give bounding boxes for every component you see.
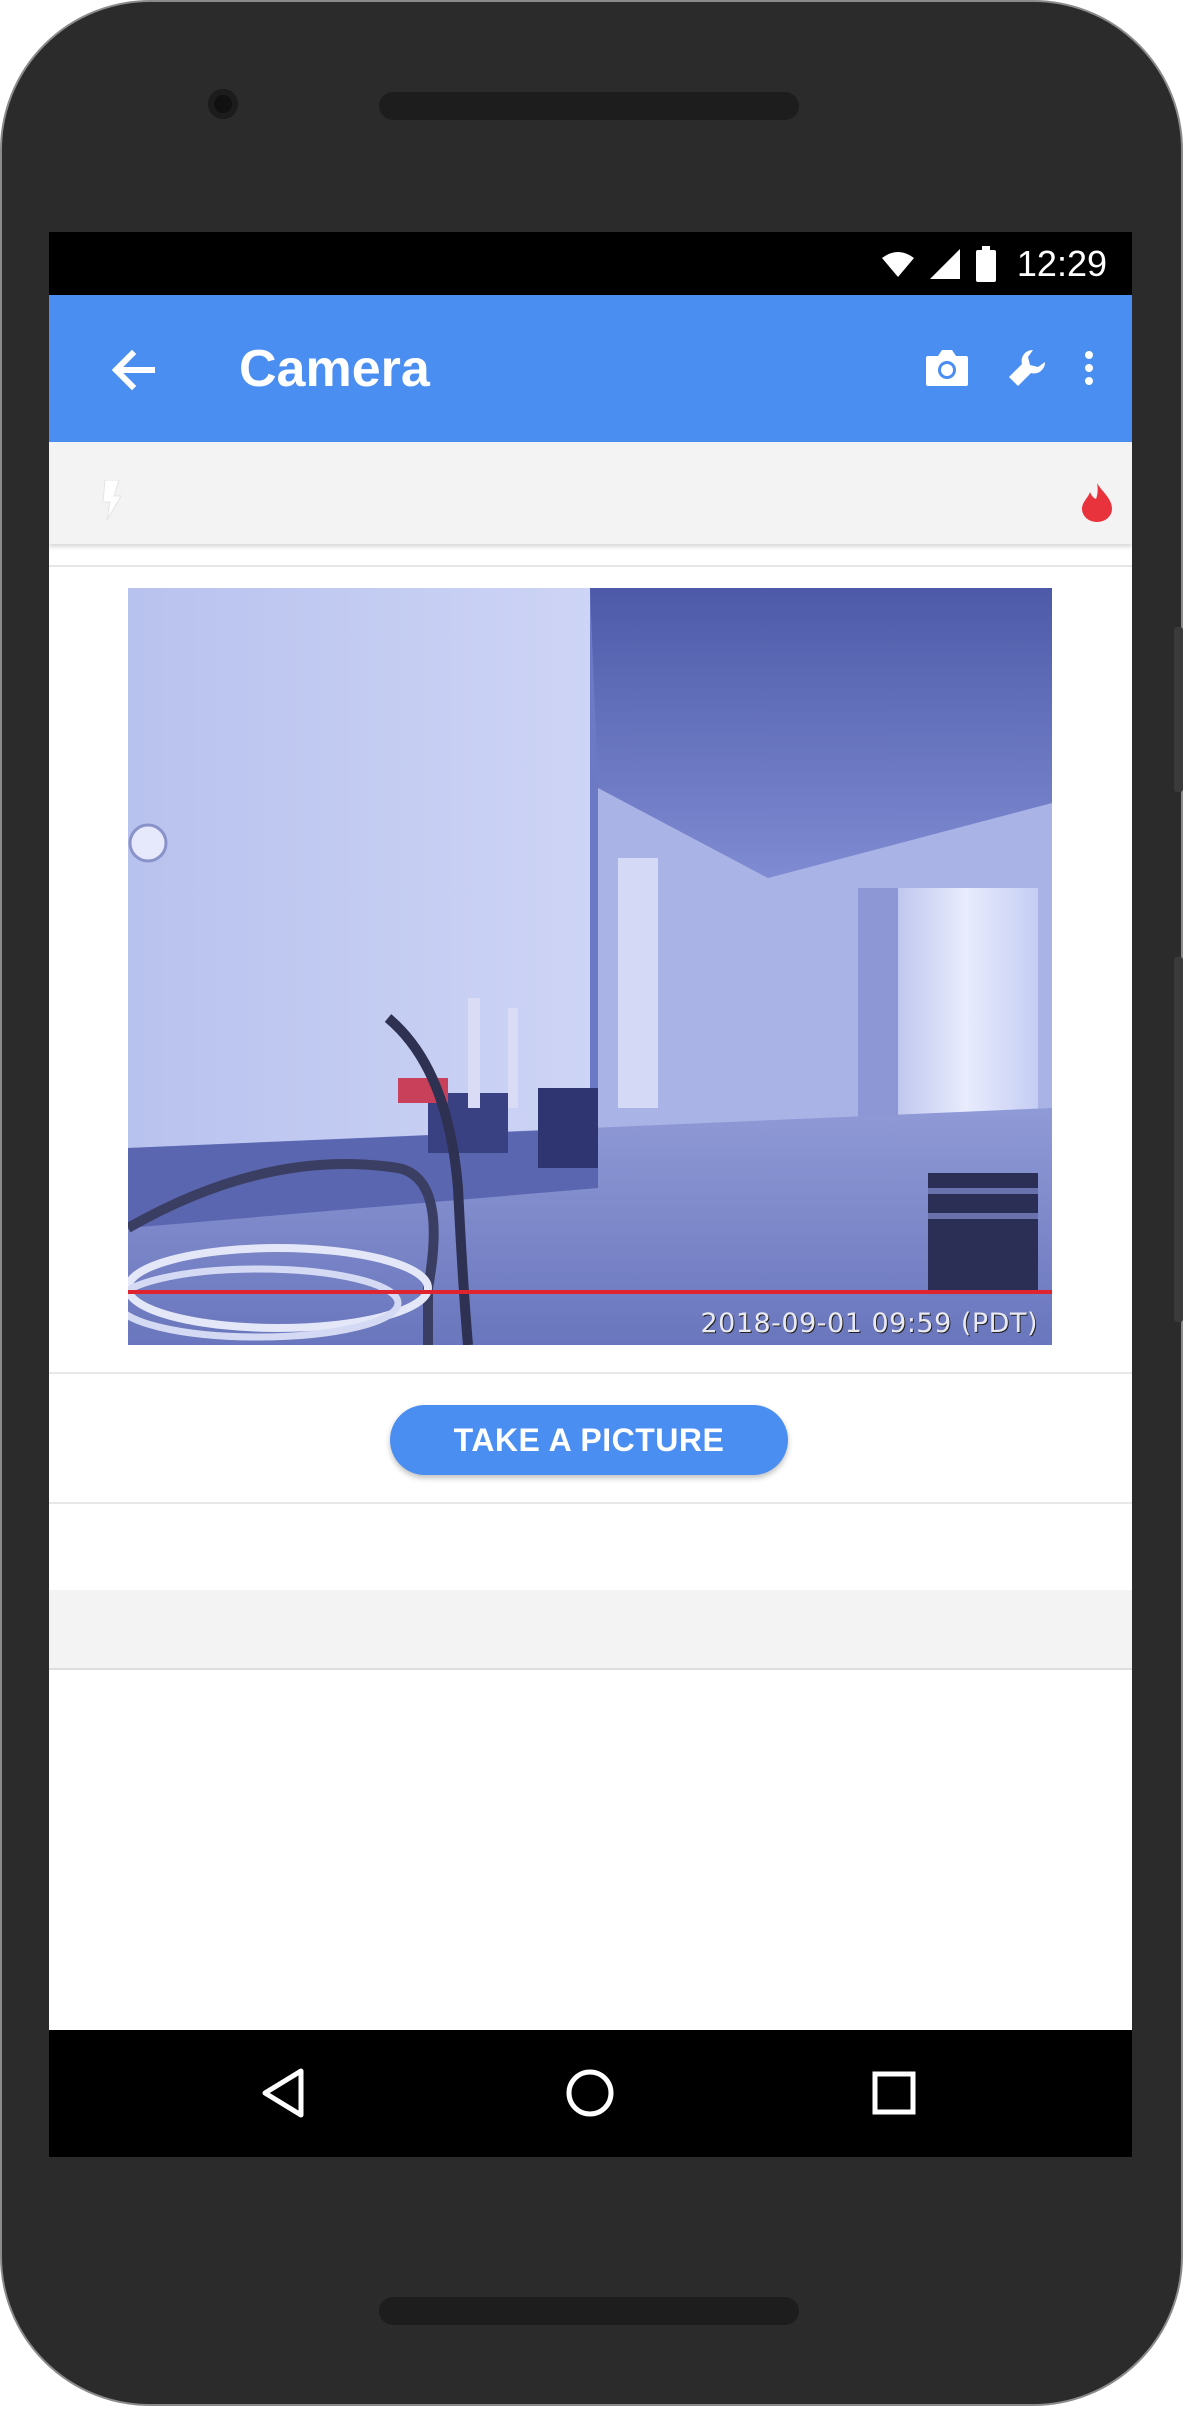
- back-button[interactable]: [104, 340, 164, 400]
- settings-wrench-button[interactable]: [999, 340, 1055, 396]
- camera-icon: [926, 350, 968, 386]
- screen: 12:29 Camera 2018-09-01 09:59 (PDT) TAKE…: [49, 232, 1132, 2157]
- signal-icon: [929, 248, 960, 279]
- camera-timestamp: 2018-09-01 09:59 (PDT): [700, 1308, 1038, 1339]
- nav-home-icon: [566, 2069, 614, 2117]
- camera-action-button[interactable]: [919, 340, 975, 396]
- nav-recents-button[interactable]: [859, 2058, 929, 2128]
- divider: [49, 1372, 1132, 1374]
- power-button: [1174, 627, 1183, 792]
- divider: [49, 1502, 1132, 1504]
- nav-back-icon: [262, 2068, 304, 2118]
- page-title: Camera: [239, 340, 430, 398]
- status-time: 12:29: [1016, 242, 1107, 284]
- status-bar: 12:29: [49, 232, 1132, 295]
- bolt-icon: [102, 480, 122, 520]
- camera-snapshot: 2018-09-01 09:59 (PDT): [128, 588, 1052, 1345]
- volume-button: [1174, 957, 1183, 1322]
- camera-overlay-line: [128, 1290, 1052, 1294]
- take-picture-button[interactable]: TAKE A PICTURE: [390, 1405, 788, 1475]
- bottom-speaker: [379, 2297, 799, 2325]
- overflow-menu-button[interactable]: [1069, 340, 1109, 396]
- nav-back-button[interactable]: [249, 2058, 319, 2128]
- app-bar: Camera: [49, 295, 1132, 442]
- back-arrow-icon: [111, 349, 155, 391]
- system-nav-bar: [49, 2030, 1132, 2157]
- more-vert-icon: [1085, 351, 1093, 385]
- flame-icon: [1082, 483, 1112, 522]
- wifi-icon: [881, 251, 914, 277]
- battery-icon: [975, 245, 996, 282]
- section-band: [49, 1590, 1132, 1670]
- device-status-bar: [49, 442, 1132, 544]
- earpiece-speaker: [379, 92, 799, 120]
- wrench-icon: [1009, 349, 1046, 386]
- nav-recents-icon: [872, 2071, 916, 2115]
- divider: [49, 565, 1132, 567]
- phone-frame: 12:29 Camera 2018-09-01 09:59 (PDT) TAKE…: [0, 0, 1183, 2406]
- front-camera-lens: [208, 89, 238, 119]
- camera-scene: [128, 588, 1052, 1345]
- nav-home-button[interactable]: [555, 2058, 625, 2128]
